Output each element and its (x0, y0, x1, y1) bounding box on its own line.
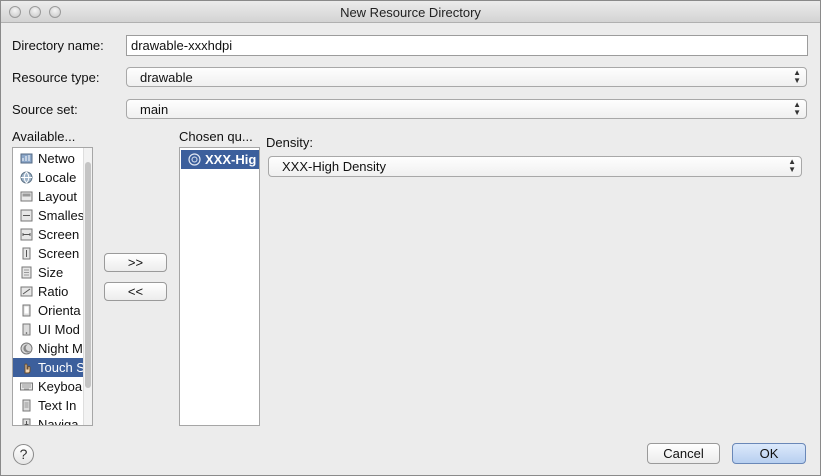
night-mode-icon (20, 342, 33, 355)
available-item-label: Text In (38, 398, 77, 413)
text-input-icon (22, 399, 31, 412)
available-item[interactable]: Touch S (13, 358, 91, 377)
scrollbar-thumb[interactable] (85, 162, 91, 388)
available-list-scrollbar[interactable] (83, 148, 92, 425)
ratio-icon (20, 286, 33, 297)
available-item[interactable]: Layout (13, 187, 91, 206)
layout-icon (20, 191, 33, 202)
ui-mode-icon (22, 323, 31, 336)
screen-height-icon (22, 247, 31, 260)
available-item-label: Locale (38, 170, 77, 185)
resource-type-label: Resource type: (12, 70, 100, 85)
available-item[interactable]: Naviga (13, 415, 91, 426)
add-qualifier-button[interactable]: >> (104, 253, 167, 272)
smallest-width-icon (20, 209, 33, 222)
available-item-label: Netwo (38, 151, 75, 166)
chosen-qualifiers-header: Chosen qu... (179, 129, 253, 144)
available-item[interactable]: Netwo (13, 149, 91, 168)
chosen-qualifiers-list[interactable]: XXX-Hig (179, 147, 260, 426)
touch-icon (24, 363, 31, 374)
keyboard-icon (20, 382, 33, 391)
available-item-label: Smalles (38, 208, 85, 223)
available-item-label: Orienta (38, 303, 81, 318)
cancel-button[interactable]: Cancel (647, 443, 720, 464)
available-item-label: Screen (38, 246, 80, 261)
help-button[interactable]: ? (13, 444, 34, 465)
available-item[interactable]: Screen (13, 225, 91, 244)
available-item[interactable]: Text In (13, 396, 91, 415)
density-label: Density: (266, 135, 313, 150)
available-item[interactable]: Ratio (13, 282, 91, 301)
updown-arrows-icon: ▲ ▼ (788, 157, 796, 174)
available-item-label: Size (38, 265, 64, 280)
globe-icon (20, 171, 33, 184)
chosen-item-label: XXX-Hig (205, 152, 257, 167)
available-item-label: Ratio (38, 284, 69, 299)
density-value: XXX-High Density (282, 159, 387, 174)
available-item[interactable]: UI Mod (13, 320, 91, 339)
available-qualifiers-header: Available... (12, 129, 76, 144)
available-item[interactable]: Keyboa (13, 377, 91, 396)
updown-arrows-icon: ▲ ▼ (793, 68, 801, 85)
source-set-value: main (140, 102, 169, 117)
directory-name-label: Directory name: (12, 38, 104, 53)
density-icon (188, 153, 201, 166)
orientation-icon (22, 304, 31, 317)
available-item-label: UI Mod (38, 322, 80, 337)
available-item[interactable]: Smalles (13, 206, 91, 225)
updown-arrows-icon: ▲ ▼ (793, 100, 801, 117)
available-item[interactable]: Locale (13, 168, 91, 187)
available-item[interactable]: Size (13, 263, 91, 282)
resource-type-select[interactable]: drawable ▲ ▼ (126, 67, 807, 87)
title-bar: New Resource Directory (1, 1, 820, 23)
remove-qualifier-button[interactable]: << (104, 282, 167, 301)
source-set-label: Source set: (12, 102, 78, 117)
available-qualifiers-list[interactable]: Netwo Locale Layout Smalles Screen Screen Size… (12, 147, 93, 426)
available-item[interactable]: Orienta (13, 301, 91, 320)
ok-button[interactable]: OK (732, 443, 806, 464)
available-item[interactable]: Night M (13, 339, 91, 358)
resource-type-value: drawable (140, 70, 193, 85)
navigation-icon (22, 418, 31, 425)
size-icon (21, 266, 32, 279)
source-set-select[interactable]: main ▲ ▼ (126, 99, 807, 119)
available-item-label: Layout (38, 189, 78, 204)
window-title: New Resource Directory (340, 5, 481, 20)
screen-width-icon (20, 228, 33, 241)
new-resource-directory-dialog: New Resource Directory Directory name: d… (0, 0, 821, 476)
available-item-label: Night M (38, 341, 83, 356)
network-icon (20, 153, 33, 164)
density-select[interactable]: XXX-High Density ▲ ▼ (268, 156, 802, 177)
available-item-label: Naviga (38, 417, 79, 426)
chosen-item-density[interactable]: XXX-Hig (181, 150, 259, 169)
directory-name-field[interactable]: drawable-xxxhdpi (126, 35, 808, 56)
available-item-label: Screen (38, 227, 80, 242)
available-item-label: Touch S (38, 360, 85, 375)
available-item-label: Keyboa (38, 379, 83, 394)
available-item[interactable]: Screen (13, 244, 91, 263)
